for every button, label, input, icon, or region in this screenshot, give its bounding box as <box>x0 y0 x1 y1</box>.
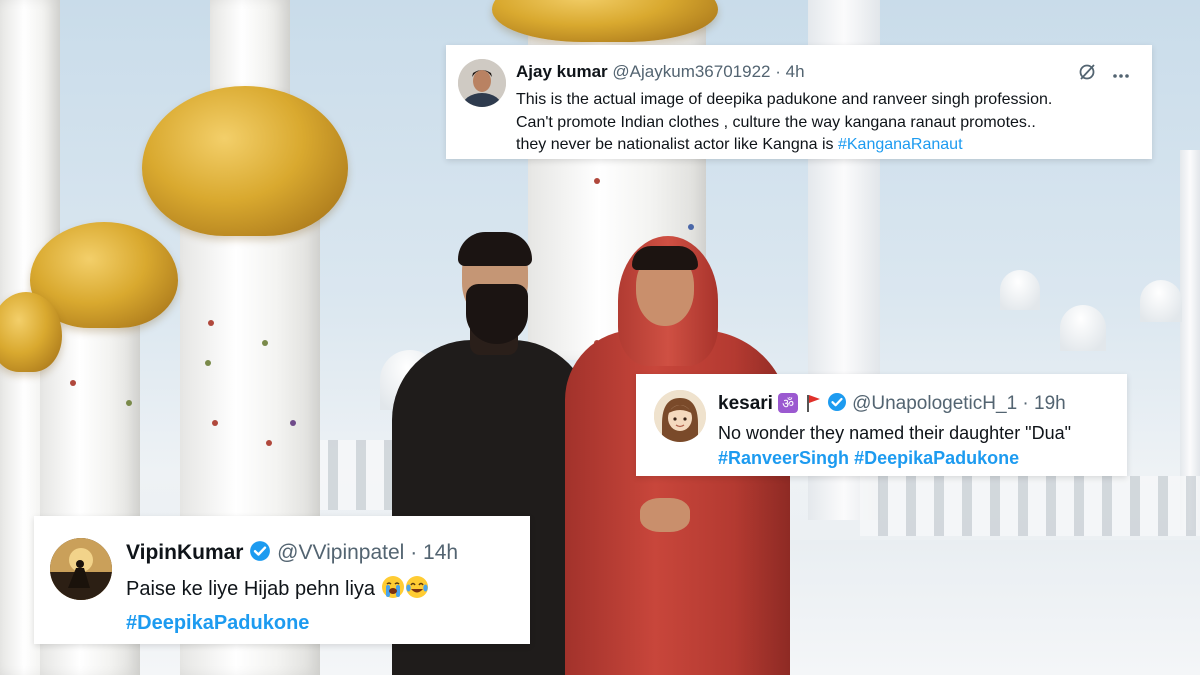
avatar[interactable] <box>654 390 706 442</box>
author-name[interactable]: VipinKumar <box>126 541 243 564</box>
more-options-icon[interactable] <box>1112 66 1130 84</box>
tweet-time[interactable]: · 4h <box>775 62 804 81</box>
tweet-line: they never be nationalist actor like Kan… <box>516 134 1136 157</box>
tweet-card[interactable]: Ajay kumar @Ajaykum36701922 · 4h This is… <box>446 45 1152 159</box>
tweet-line: Can't promote Indian clothes , culture t… <box>516 113 1036 131</box>
tweet-line: #DeepikaPadukone <box>126 608 526 638</box>
floral-inlay <box>594 178 600 184</box>
floral-inlay <box>262 340 268 346</box>
floral-inlay <box>70 380 76 386</box>
avatar[interactable] <box>50 538 112 600</box>
author-handle[interactable]: @VVipinpatel <box>277 541 404 564</box>
dome <box>1000 270 1040 310</box>
man-beard <box>466 284 528 344</box>
tweet-header: kesari ॐ @UnapologeticH_1 · 19h <box>718 392 1066 419</box>
hashtag-link[interactable]: #DeepikaPadukone <box>854 448 1019 468</box>
hashtag-link[interactable]: #RanveerSingh <box>718 448 849 468</box>
tweet-header: VipinKumar @VVipinpatel · 14h <box>126 540 458 568</box>
woman-hands <box>640 498 690 532</box>
tweet-text: Paise ke liye Hijab pehn liya #DeepikaPa… <box>126 574 526 638</box>
tweet-card[interactable]: VipinKumar @VVipinpatel · 14h Paise ke l… <box>34 516 530 644</box>
dome <box>1060 305 1106 351</box>
loudly-crying-face-icon <box>381 575 405 608</box>
floral-inlay <box>126 400 132 406</box>
tweet-time[interactable]: · 19h <box>1022 393 1065 414</box>
svg-text:ॐ: ॐ <box>782 397 794 412</box>
man-hair <box>458 232 532 266</box>
tweet-line: No wonder they named their daughter "Dua… <box>718 423 1071 443</box>
minaret <box>1180 150 1200 530</box>
om-symbol-icon: ॐ <box>778 393 799 419</box>
woman-hair <box>632 246 698 270</box>
tweet-actions <box>1078 63 1130 86</box>
tweet-line-text: they never be nationalist actor like Kan… <box>516 136 838 153</box>
floral-inlay <box>212 420 218 426</box>
floral-inlay <box>208 320 214 326</box>
verified-badge-icon <box>827 392 847 418</box>
tweet-text: This is the actual image of deepika padu… <box>516 89 1136 157</box>
author-handle[interactable]: @UnapologeticH_1 <box>852 393 1017 414</box>
author-handle[interactable]: @Ajaykum36701922 <box>612 62 770 81</box>
floral-inlay <box>266 440 272 446</box>
tweet-time[interactable]: · 14h <box>410 541 458 564</box>
author-name[interactable]: kesari <box>718 393 773 414</box>
arcade <box>860 476 1200 536</box>
tweet-line: Paise ke liye Hijab pehn liya <box>126 574 526 608</box>
floral-inlay <box>290 420 296 426</box>
hashtag-link[interactable]: #KanganaRanaut <box>838 136 963 153</box>
dome <box>1140 280 1182 322</box>
author-name[interactable]: Ajay kumar <box>516 62 608 81</box>
grok-icon[interactable] <box>1078 63 1096 86</box>
floral-inlay <box>688 224 694 230</box>
red-flag-icon <box>804 393 822 419</box>
tweet-line: This is the actual image of deepika padu… <box>516 91 1053 108</box>
tweet-card[interactable]: kesari ॐ @UnapologeticH_1 · 19h No wonde… <box>636 374 1127 476</box>
tweet-line: #RanveerSingh #DeepikaPadukone <box>718 446 1118 471</box>
tears-of-joy-icon <box>405 575 429 608</box>
verified-badge-icon <box>249 540 271 568</box>
gold-capital <box>142 86 348 236</box>
tweet-text: No wonder they named their daughter "Dua… <box>718 421 1118 471</box>
hashtag-link[interactable]: #DeepikaPadukone <box>126 612 309 634</box>
arcade <box>310 440 400 510</box>
tweet-line-text: Paise ke liye Hijab pehn liya <box>126 578 381 600</box>
tweet-header: Ajay kumar @Ajaykum36701922 · 4h <box>516 62 805 82</box>
floral-inlay <box>205 360 211 366</box>
avatar[interactable] <box>458 59 506 107</box>
